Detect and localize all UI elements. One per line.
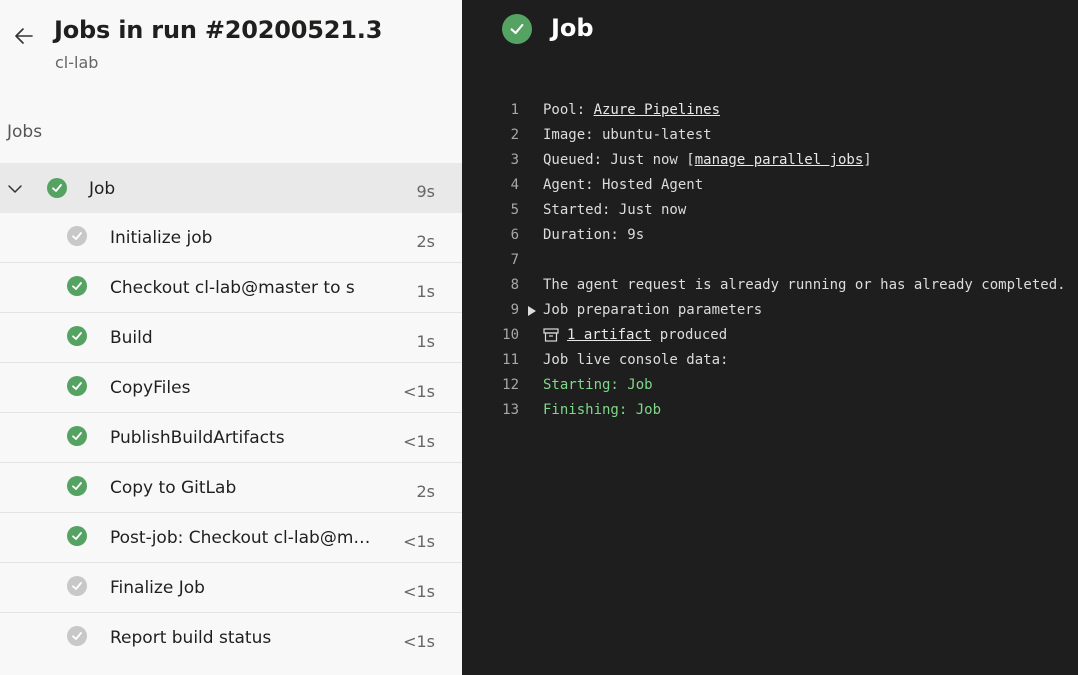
success-icon xyxy=(67,276,87,296)
step-row[interactable]: Finalize Job <1s xyxy=(0,563,462,613)
artifact-link[interactable]: 1 artifact xyxy=(567,327,651,343)
success-icon xyxy=(67,426,87,446)
log-line: 12 Starting: Job xyxy=(462,373,1078,398)
back-button[interactable] xyxy=(8,20,40,52)
step-list: Initialize job 2s Checkout cl-lab@master… xyxy=(0,213,462,663)
job-row[interactable]: Job 9s xyxy=(0,163,462,213)
step-row[interactable]: Copy to GitLab 2s xyxy=(0,463,462,513)
log-line: 4 Agent: Hosted Agent xyxy=(462,173,1078,198)
line-number: 1 xyxy=(510,102,519,118)
azure-pipelines-link[interactable]: Azure Pipelines xyxy=(594,102,720,118)
page-title: Jobs in run #20200521.3 xyxy=(54,16,383,44)
line-number: 12 xyxy=(502,377,519,393)
log-text: produced xyxy=(651,327,728,343)
arrow-left-icon xyxy=(15,28,33,44)
step-label: PublishBuildArtifacts xyxy=(110,428,285,448)
line-number: 6 xyxy=(510,227,519,243)
job-label: Job xyxy=(89,179,116,199)
manage-parallel-jobs-link[interactable]: manage parallel jobs xyxy=(695,152,864,168)
step-duration: 2s xyxy=(416,482,435,501)
log-text: Starting: Job xyxy=(543,377,653,393)
log-text: The agent request is already running or … xyxy=(543,277,1066,293)
log-text: Queued: Just now [ xyxy=(543,152,695,168)
success-icon xyxy=(67,476,87,496)
step-duration: 1s xyxy=(416,332,435,351)
line-number: 7 xyxy=(510,252,519,268)
line-number: 11 xyxy=(502,352,519,368)
completed-icon xyxy=(67,576,87,596)
log-line: 10 1 artifact produced xyxy=(462,323,1078,348)
expand-triangle-icon[interactable] xyxy=(527,305,537,317)
artifact-icon xyxy=(543,328,559,342)
step-label: Checkout cl-lab@master to s xyxy=(110,278,355,298)
step-label: CopyFiles xyxy=(110,378,191,398)
log-line: 8 The agent request is already running o… xyxy=(462,273,1078,298)
step-duration: <1s xyxy=(403,432,435,451)
console-title: Job xyxy=(551,14,594,42)
step-duration: 1s xyxy=(416,282,435,301)
log-text: Image: ubuntu-latest xyxy=(543,127,712,143)
success-icon xyxy=(502,14,532,44)
line-number: 2 xyxy=(510,127,519,143)
log-text: Job live console data: xyxy=(543,352,729,368)
console-log: 1 Pool: Azure Pipelines 2 Image: ubuntu-… xyxy=(462,98,1078,423)
log-text: Agent: Hosted Agent xyxy=(543,177,704,193)
completed-icon xyxy=(67,226,87,246)
log-text: ] xyxy=(863,152,872,168)
step-duration: <1s xyxy=(403,582,435,601)
line-number: 10 xyxy=(502,327,519,343)
line-number: 5 xyxy=(510,202,519,218)
job-duration: 9s xyxy=(416,182,435,201)
log-text: Pool: xyxy=(543,102,594,118)
step-row[interactable]: Initialize job 2s xyxy=(0,213,462,263)
log-line: 13 Finishing: Job xyxy=(462,398,1078,423)
line-number: 4 xyxy=(510,177,519,193)
step-label: Build xyxy=(110,328,153,348)
step-row[interactable]: Report build status <1s xyxy=(0,613,462,663)
log-line: 3 Queued: Just now [manage parallel jobs… xyxy=(462,148,1078,173)
success-icon xyxy=(47,178,67,198)
log-line: 2 Image: ubuntu-latest xyxy=(462,123,1078,148)
step-row[interactable]: Build 1s xyxy=(0,313,462,363)
step-label: Post-job: Checkout cl-lab@master to s xyxy=(110,528,378,548)
line-number: 8 xyxy=(510,277,519,293)
jobs-pane: Jobs in run #20200521.3 cl-lab Jobs Job … xyxy=(0,0,462,675)
step-duration: <1s xyxy=(403,532,435,551)
step-duration: <1s xyxy=(403,632,435,651)
log-line: 5 Started: Just now xyxy=(462,198,1078,223)
line-number: 3 xyxy=(510,152,519,168)
log-line[interactable]: 9 Job preparation parameters xyxy=(462,298,1078,323)
console-pane: Job 1 Pool: Azure Pipelines 2 Image: ubu… xyxy=(462,0,1078,675)
step-label: Report build status xyxy=(110,628,272,648)
chevron-down-icon[interactable] xyxy=(6,180,24,198)
line-number: 13 xyxy=(502,402,519,418)
step-label: Initialize job xyxy=(110,228,213,248)
jobs-section-label: Jobs xyxy=(7,122,43,142)
step-row[interactable]: Checkout cl-lab@master to s 1s xyxy=(0,263,462,313)
step-row[interactable]: PublishBuildArtifacts <1s xyxy=(0,413,462,463)
log-line: 7 xyxy=(462,248,1078,273)
log-line: 6 Duration: 9s xyxy=(462,223,1078,248)
step-label: Copy to GitLab xyxy=(110,478,237,498)
success-icon xyxy=(67,376,87,396)
success-icon xyxy=(67,326,87,346)
pipeline-name: cl-lab xyxy=(55,53,99,72)
log-text: Finishing: Job xyxy=(543,402,662,418)
step-row[interactable]: Post-job: Checkout cl-lab@master to s <1… xyxy=(0,513,462,563)
success-icon xyxy=(67,526,87,546)
log-text: Job preparation parameters xyxy=(543,302,763,318)
log-text: Duration: 9s xyxy=(543,227,645,243)
completed-icon xyxy=(67,626,87,646)
log-line: 1 Pool: Azure Pipelines xyxy=(462,98,1078,123)
step-row[interactable]: CopyFiles <1s xyxy=(0,363,462,413)
step-duration: 2s xyxy=(416,232,435,251)
line-number: 9 xyxy=(510,302,519,318)
step-label: Finalize Job xyxy=(110,578,205,598)
log-text: Started: Just now xyxy=(543,202,687,218)
log-line: 11 Job live console data: xyxy=(462,348,1078,373)
step-duration: <1s xyxy=(403,382,435,401)
